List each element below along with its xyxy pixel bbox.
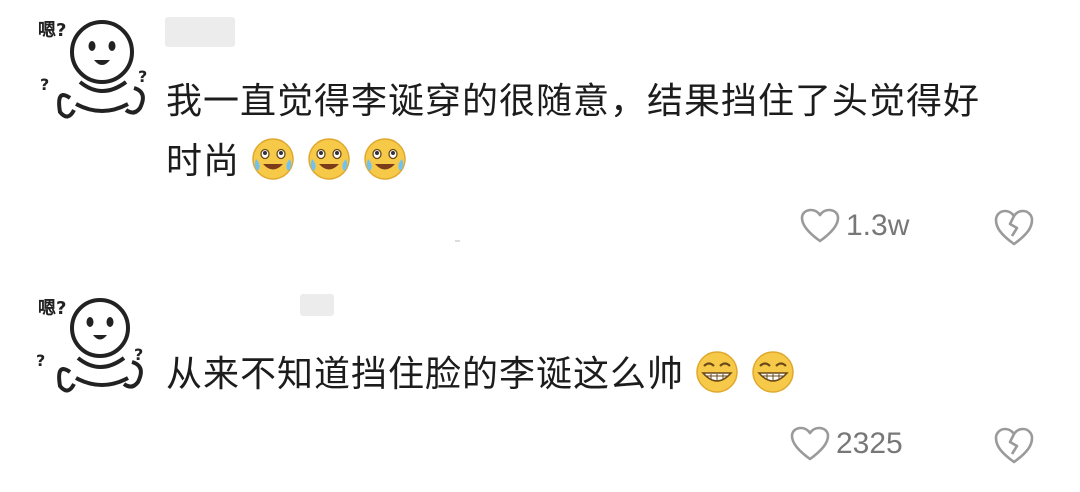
broken-heart-icon xyxy=(994,209,1034,246)
heart-icon xyxy=(800,208,840,243)
like-button[interactable]: 1.3w xyxy=(800,208,909,244)
username-redacted[interactable] xyxy=(165,17,235,47)
broken-heart-icon xyxy=(994,427,1034,464)
like-count: 2325 xyxy=(836,427,903,460)
svg-text:?: ? xyxy=(36,351,45,370)
avatar[interactable]: ? ? 嗯? xyxy=(30,8,148,126)
svg-text:?: ? xyxy=(40,75,49,94)
grin-icon xyxy=(694,348,740,394)
comment-text: 我一直觉得李诞穿的很随意，结果挡住了头觉得好时尚 xyxy=(166,72,1016,192)
laugh-cry-icon xyxy=(250,135,296,181)
comment-item: ? ? 嗯? 我一直觉得李诞穿的很随意，结果挡住了头觉得好时尚 1.3w xyxy=(0,0,1080,262)
laugh-cry-icon xyxy=(362,135,408,181)
avatar-sticker-text: 嗯? xyxy=(38,20,67,41)
laugh-cry-icon xyxy=(306,135,352,181)
like-count: 1.3w xyxy=(846,209,910,242)
comment-text: 从来不知道挡住脸的李诞这么帅 xyxy=(166,345,1016,405)
heart-icon xyxy=(790,426,830,461)
like-button[interactable]: 2325 xyxy=(790,426,903,462)
grin-icon xyxy=(750,348,796,394)
comment-body: 从来不知道挡住脸的李诞这么帅 xyxy=(166,354,685,395)
svg-text:?: ? xyxy=(134,345,143,364)
dislike-button[interactable] xyxy=(994,208,1034,248)
avatar[interactable]: ? ? 嗯? xyxy=(30,280,148,398)
username-redacted[interactable] xyxy=(300,294,334,316)
avatar-sticker-text: 嗯? xyxy=(38,298,67,319)
comment-item: ? ? 嗯? 从来不知道挡住脸的李诞这么帅 2325 xyxy=(0,262,1080,492)
dislike-button[interactable] xyxy=(994,426,1034,466)
divider-mark xyxy=(455,240,460,242)
svg-text:?: ? xyxy=(138,67,147,86)
